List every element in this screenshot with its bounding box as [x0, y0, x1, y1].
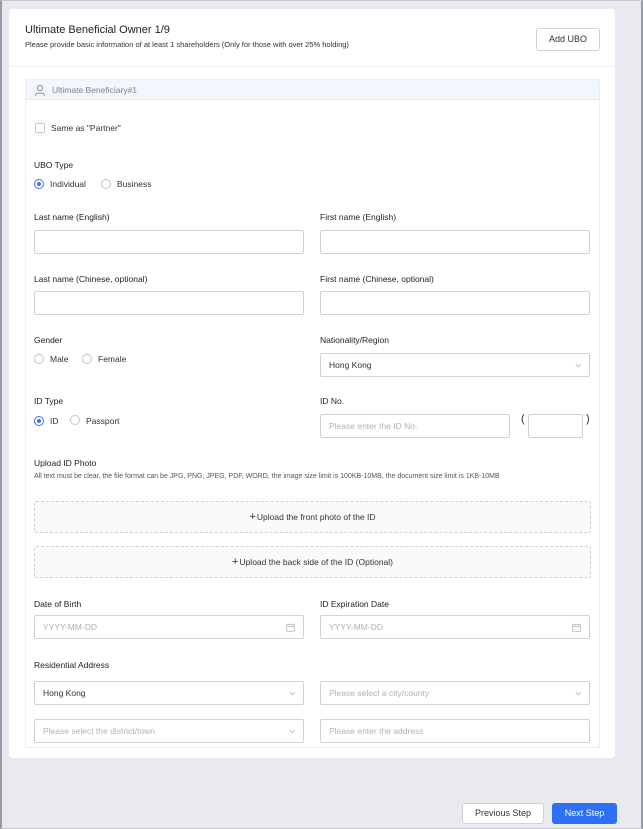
last-name-cn-label: Last name (Chinese, optional) [34, 274, 148, 284]
gender-male-radio[interactable] [34, 354, 44, 364]
id-expiry-placeholder: YYYY-MM-DD [329, 622, 383, 632]
address-region-value: Hong Kong [43, 688, 86, 698]
chevron-down-icon [289, 729, 296, 734]
last-name-en-input[interactable] [34, 230, 304, 254]
id-type-passport-label: Passport [86, 416, 120, 426]
nationality-select[interactable]: Hong Kong [320, 353, 590, 377]
id-type-id-label: ID [50, 416, 59, 426]
address-region-select[interactable]: Hong Kong [34, 681, 304, 705]
id-expiry-picker[interactable]: YYYY-MM-DD [320, 615, 590, 639]
ubo-type-individual-label: Individual [50, 179, 86, 189]
upload-back-button[interactable]: +Upload the back side of the ID (Optiona… [34, 546, 591, 578]
dob-placeholder: YYYY-MM-DD [43, 622, 97, 632]
upload-back-label: Upload the back side of the ID (Optional… [239, 557, 393, 567]
gender-female-radio[interactable] [82, 354, 92, 364]
section-header: Ultimate Beneficiary#1 [26, 80, 599, 100]
gender-female-label: Female [98, 354, 127, 364]
nationality-value: Hong Kong [329, 360, 372, 370]
id-check-digit-input[interactable] [528, 414, 583, 438]
first-name-en-input[interactable] [320, 230, 590, 254]
nationality-label: Nationality/Region [320, 335, 389, 345]
address-district-select[interactable]: Please select the district/town [34, 719, 304, 743]
section-title: Ultimate Beneficiary#1 [52, 85, 138, 95]
id-no-input[interactable] [320, 414, 510, 438]
check-digit-close-paren: ) [586, 413, 590, 425]
add-ubo-button[interactable]: Add UBO [536, 28, 600, 51]
id-type-passport-radio[interactable] [70, 415, 80, 425]
check-digit-open-paren: ( [521, 413, 525, 425]
id-type-label: ID Type [34, 396, 64, 406]
address-district-placeholder: Please select the district/town [43, 726, 155, 736]
id-no-label: ID No. [320, 396, 345, 406]
chevron-down-icon [575, 691, 582, 696]
id-type-id-radio[interactable] [34, 416, 44, 426]
gender-label: Gender [34, 335, 63, 345]
dob-label: Date of Birth [34, 599, 82, 609]
page-subtitle: Please provide basic information of at l… [25, 40, 349, 49]
chevron-down-icon [575, 363, 582, 368]
upload-front-button[interactable]: +Upload the front photo of the ID [34, 501, 591, 533]
residential-address-label: Residential Address [34, 660, 110, 670]
ubo-type-label: UBO Type [34, 160, 74, 170]
ubo-type-individual-radio[interactable] [34, 179, 44, 189]
card-header: Ultimate Beneficial Owner 1/9 Please pro… [9, 9, 615, 67]
first-name-cn-label: First name (Chinese, optional) [320, 274, 434, 284]
last-name-en-label: Last name (English) [34, 212, 110, 222]
address-detail-input[interactable] [320, 719, 590, 743]
first-name-cn-input[interactable] [320, 291, 590, 315]
calendar-icon [572, 623, 581, 632]
next-step-button[interactable]: Next Step [552, 803, 617, 824]
upload-hint: All text must be clear, the file format … [34, 473, 500, 480]
last-name-cn-input[interactable] [34, 291, 304, 315]
chevron-down-icon [289, 691, 296, 696]
first-name-en-label: First name (English) [320, 212, 397, 222]
upload-front-label: Upload the front photo of the ID [256, 512, 376, 522]
address-city-select[interactable]: Please select a city/county [320, 681, 590, 705]
gender-male-label: Male [50, 354, 69, 364]
same-as-partner-label: Same as "Partner" [51, 123, 121, 133]
ubo-type-business-radio[interactable] [101, 179, 111, 189]
plus-icon: + [249, 511, 256, 523]
upload-id-photo-label: Upload ID Photo [34, 458, 97, 468]
plus-icon: + [232, 556, 239, 568]
dob-picker[interactable]: YYYY-MM-DD [34, 615, 304, 639]
ubo-type-business-label: Business [117, 179, 152, 189]
id-expiry-label: ID Expiration Date [320, 599, 389, 609]
same-as-partner-checkbox[interactable] [35, 123, 45, 133]
ubo-form-card: Ultimate Beneficial Owner 1/9 Please pro… [9, 9, 615, 758]
user-icon [34, 84, 46, 96]
previous-step-button[interactable]: Previous Step [462, 803, 544, 824]
ubo-section: Ultimate Beneficiary#1 Same as "Partner"… [25, 79, 600, 748]
page-title: Ultimate Beneficial Owner 1/9 [25, 24, 170, 36]
address-city-placeholder: Please select a city/county [329, 688, 430, 698]
calendar-icon [286, 623, 295, 632]
